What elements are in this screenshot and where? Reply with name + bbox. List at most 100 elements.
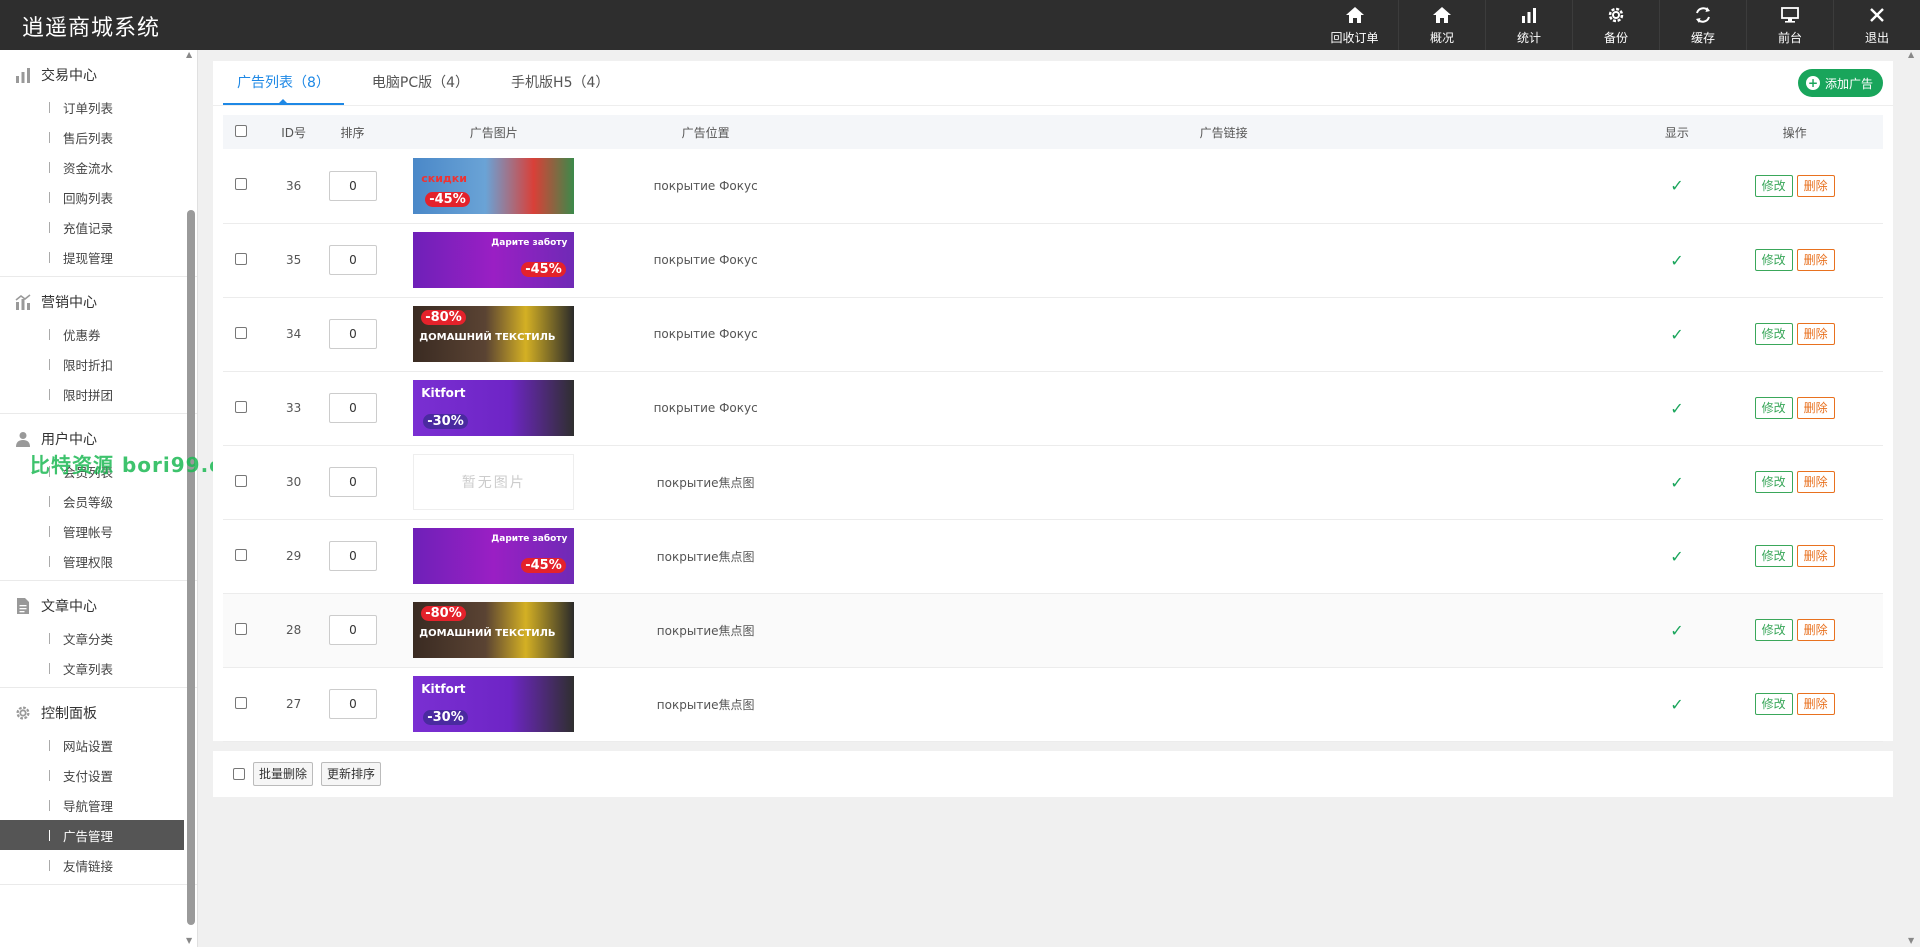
tab-1[interactable]: 电脑PC版（4）: [358, 61, 483, 105]
scroll-up-icon[interactable]: ▲: [186, 50, 192, 59]
edit-button[interactable]: 修改: [1754, 397, 1793, 419]
sidebar-item[interactable]: 会员等级: [0, 486, 197, 516]
row-checkbox[interactable]: [234, 622, 247, 635]
edit-button[interactable]: 修改: [1754, 174, 1793, 197]
delete-button[interactable]: 删除: [1796, 397, 1835, 419]
topnav-button-5[interactable]: 前台: [1746, 0, 1833, 50]
sidebar-item[interactable]: 支付设置: [0, 760, 197, 790]
banner-discount: -45%: [521, 558, 566, 573]
delete-button[interactable]: 删除: [1796, 323, 1835, 345]
add-ad-button[interactable]: + 添加广告: [1797, 69, 1883, 97]
sidebar-item[interactable]: 充值记录: [0, 212, 197, 242]
sidebar-item[interactable]: 管理权限: [0, 546, 197, 576]
check-icon[interactable]: ✓: [1670, 399, 1683, 418]
sort-input[interactable]: [328, 170, 377, 201]
sidebar-item-label: 限时折扣: [63, 357, 114, 373]
scroll-up-icon[interactable]: ▲: [1908, 50, 1914, 59]
sort-input[interactable]: [328, 319, 377, 349]
sidebar-group-header[interactable]: 文章中心: [0, 589, 197, 623]
edit-button[interactable]: 修改: [1754, 693, 1793, 715]
delete-button[interactable]: 删除: [1796, 693, 1835, 715]
sidebar-group-header[interactable]: 营销中心: [0, 285, 197, 319]
delete-button[interactable]: 删除: [1796, 619, 1835, 641]
sort-input[interactable]: [328, 467, 377, 497]
table-row: 36 скидки -45% покрытие Фокус ✓ 修改删除: [223, 149, 1883, 223]
row-checkbox[interactable]: [234, 252, 247, 265]
sidebar-item[interactable]: 限时折扣: [0, 349, 197, 379]
topnav-label: 概况: [1429, 31, 1454, 45]
footer-toolbar: 批量删除 更新排序: [213, 751, 1893, 797]
banner-discount: -45%: [425, 191, 470, 207]
topnav-button-0[interactable]: 回收订单: [1311, 0, 1398, 50]
check-icon[interactable]: ✓: [1670, 251, 1683, 270]
sidebar-item[interactable]: 提现管理: [0, 242, 197, 272]
sort-input[interactable]: [328, 615, 377, 645]
sidebar-item[interactable]: 友情链接: [0, 850, 197, 880]
sidebar-item[interactable]: 售后列表: [0, 122, 197, 152]
row-link: [800, 519, 1648, 593]
delete-button[interactable]: 删除: [1796, 249, 1835, 271]
footer-select-all-checkbox[interactable]: [233, 768, 245, 780]
delete-button[interactable]: 删除: [1796, 174, 1835, 197]
topnav-button-6[interactable]: 退出: [1833, 0, 1920, 50]
delete-button[interactable]: 删除: [1796, 471, 1835, 493]
check-icon[interactable]: ✓: [1670, 547, 1683, 566]
row-checkbox[interactable]: [234, 326, 247, 339]
edit-button[interactable]: 修改: [1754, 545, 1793, 567]
row-checkbox[interactable]: [234, 178, 247, 191]
page-scrollbar[interactable]: ▲ ▼: [1905, 50, 1920, 947]
row-checkbox[interactable]: [234, 548, 247, 561]
top-bar: 逍遥商城系统 回收订单 概况 统计 备份 缓存 前台 退出: [0, 0, 1920, 50]
sidebar-item[interactable]: 回购列表: [0, 182, 197, 212]
check-icon[interactable]: ✓: [1670, 621, 1683, 640]
sidebar-group-header[interactable]: 控制面板: [0, 696, 197, 730]
sidebar-item[interactable]: 导航管理: [0, 790, 197, 820]
scroll-down-icon[interactable]: ▼: [1908, 936, 1914, 945]
sidebar-item[interactable]: 优惠券: [0, 319, 197, 349]
update-sort-button[interactable]: 更新排序: [321, 762, 382, 786]
check-icon[interactable]: ✓: [1670, 325, 1683, 344]
tab-0[interactable]: 广告列表（8）: [223, 61, 344, 105]
sidebar-item[interactable]: 管理帐号: [0, 516, 197, 546]
sort-input[interactable]: [328, 245, 377, 275]
edit-button[interactable]: 修改: [1754, 619, 1793, 641]
batch-delete-button[interactable]: 批量删除: [253, 762, 314, 786]
topnav-button-2[interactable]: 统计: [1485, 0, 1572, 50]
tab-2[interactable]: 手机版H5（4）: [497, 61, 623, 105]
delete-button[interactable]: 删除: [1796, 545, 1835, 567]
sidebar-item[interactable]: 限时拼团: [0, 379, 197, 409]
topnav-button-3[interactable]: 备份: [1572, 0, 1659, 50]
sidebar-item[interactable]: 广告管理: [0, 820, 184, 850]
scroll-down-icon[interactable]: ▼: [186, 936, 192, 945]
check-icon[interactable]: ✓: [1670, 176, 1683, 195]
sidebar-scrollbar[interactable]: ▲ ▼: [184, 50, 197, 947]
topnav-button-1[interactable]: 概况: [1398, 0, 1485, 50]
row-checkbox[interactable]: [234, 474, 247, 487]
table-header: ID号 排序 广告图片 广告位置 广告链接 显示 操作: [223, 115, 1883, 149]
edit-button[interactable]: 修改: [1754, 249, 1793, 271]
sidebar-item[interactable]: 订单列表: [0, 92, 197, 122]
edit-button[interactable]: 修改: [1754, 323, 1793, 345]
sidebar-group: 营销中心 优惠券限时折扣限时拼团: [0, 277, 197, 414]
banner-text: Дарите заботу: [491, 534, 568, 544]
check-icon[interactable]: ✓: [1670, 473, 1683, 492]
sidebar-group-header[interactable]: 交易中心: [0, 58, 197, 92]
topnav-button-4[interactable]: 缓存: [1659, 0, 1746, 50]
sidebar-item-label: 回购列表: [63, 190, 114, 206]
sidebar-item[interactable]: 文章列表: [0, 653, 197, 683]
row-checkbox[interactable]: [234, 400, 247, 413]
sort-input[interactable]: [328, 689, 377, 719]
sidebar-item[interactable]: 文章分类: [0, 623, 197, 653]
check-icon[interactable]: ✓: [1670, 695, 1683, 714]
sidebar-item-label: 文章列表: [63, 661, 114, 677]
sidebar-item[interactable]: 网站设置: [0, 730, 197, 760]
sort-input[interactable]: [328, 541, 377, 571]
row-checkbox[interactable]: [234, 696, 247, 709]
chart-icon: [14, 293, 32, 311]
row-position: покрытие焦点图: [656, 697, 755, 712]
sidebar-scroll-thumb[interactable]: [187, 210, 195, 925]
select-all-checkbox[interactable]: [234, 124, 247, 137]
edit-button[interactable]: 修改: [1754, 471, 1793, 493]
sort-input[interactable]: [328, 393, 377, 423]
sidebar-item[interactable]: 资金流水: [0, 152, 197, 182]
